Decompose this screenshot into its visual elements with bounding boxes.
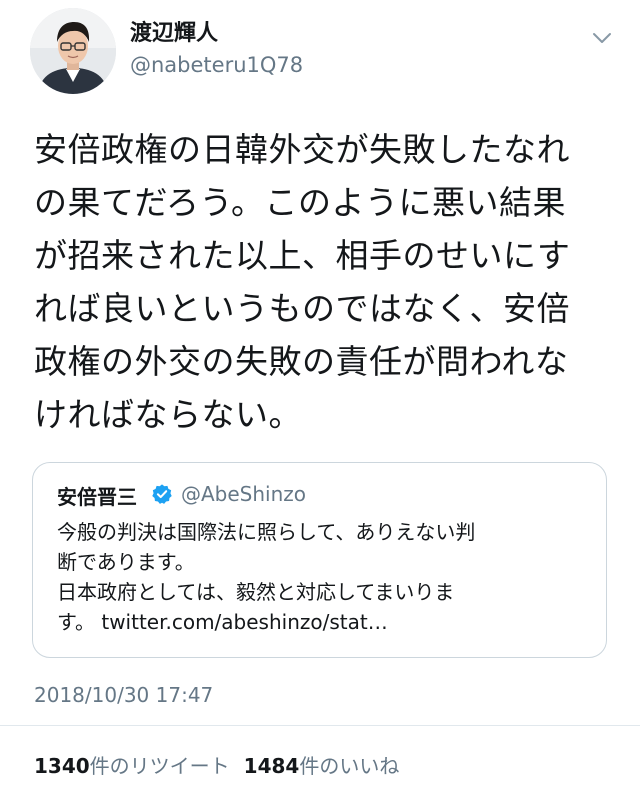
quoted-author-name: 安倍晋三 [57, 485, 137, 509]
like-label: 件のいいね [299, 754, 400, 778]
avatar-photo-icon [30, 8, 116, 94]
tweet-stats: 1340件のリツイート 1484件のいいね [34, 750, 399, 779]
like-count: 1484 [243, 754, 300, 778]
chevron-down-icon[interactable] [590, 26, 614, 50]
quoted-text-line: 日本政府としては、毅然と対応してまいりま [57, 580, 455, 604]
retweet-count: 1340 [34, 754, 90, 778]
tweet-text-line: ければならない。 [34, 395, 302, 434]
tweet-text: 安倍政権の日韓外交が失敗したなれ の果てだろう。このように悪い結果 が招来された… [34, 123, 624, 441]
verified-badge-icon [151, 483, 173, 505]
author-display-name[interactable]: 渡辺輝人 [130, 15, 218, 47]
quoted-text-line: 断であります。 [57, 550, 195, 574]
author-handle[interactable]: @nabeteru1Q78 [130, 53, 303, 77]
tweet-text-line: が招来された以上、相手のせいにす [34, 236, 571, 275]
quoted-tweet-card[interactable]: 安倍晋三 @AbeShinzo 今般の判決は国際法に照らして、ありえない判 断で… [32, 462, 607, 658]
tweet-text-line: の果てだろう。このように悪い結果 [34, 183, 567, 222]
tweet-timestamp[interactable]: 2018/10/30 17:47 [34, 683, 213, 707]
quoted-text-line: す。 twitter.com/abeshinzo/stat… [57, 610, 388, 634]
author-avatar[interactable] [30, 8, 116, 94]
tweet-text-line: 安倍政権の日韓外交が失敗したなれ [34, 130, 570, 169]
quoted-text-line: 今般の判決は国際法に照らして、ありえない判 [57, 520, 476, 544]
retweet-stat[interactable]: 1340件のリツイート [34, 754, 230, 778]
quoted-author-handle: @AbeShinzo [181, 482, 307, 506]
tweet-text-line: 政権の外交の失敗の責任が問われな [34, 342, 569, 381]
divider [0, 725, 640, 726]
like-stat[interactable]: 1484件のいいね [244, 754, 400, 778]
retweet-label: 件のリツイート [89, 754, 230, 778]
tweet-detail: 渡辺輝人 @nabeteru1Q78 安倍政権の日韓外交が失敗したなれ の果てだ… [0, 0, 640, 798]
tweet-text-line: れば良いというものではなく、安倍 [34, 289, 570, 328]
quoted-tweet-text: 今般の判決は国際法に照らして、ありえない判 断であります。 日本政府としては、毅… [57, 517, 587, 637]
